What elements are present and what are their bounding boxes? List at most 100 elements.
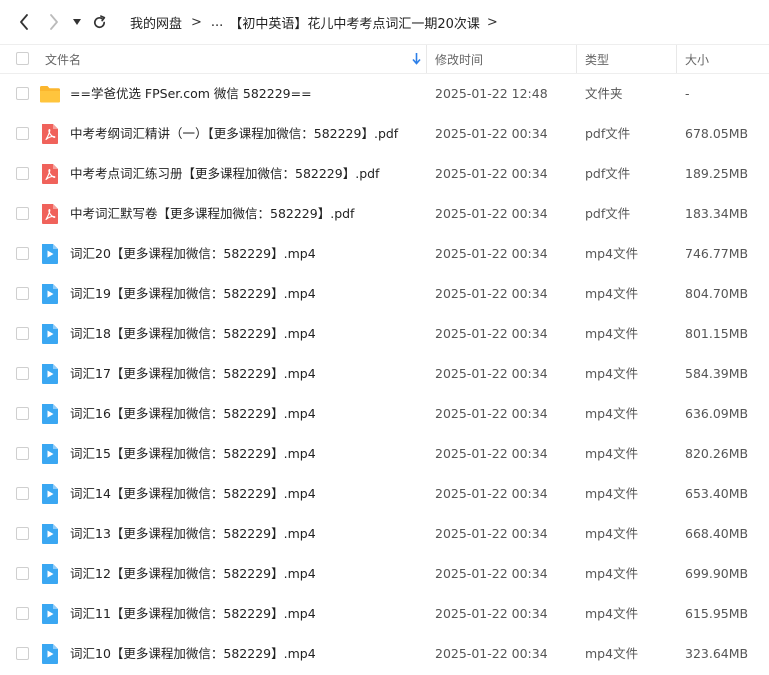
- file-type: mp4文件: [585, 326, 639, 341]
- file-name[interactable]: 词汇13【更多课程加微信：582229】.mp4: [70, 514, 316, 554]
- file-name[interactable]: 中考词汇默写卷【更多课程加微信：582229】.pdf: [70, 194, 354, 234]
- table-row[interactable]: 词汇13【更多课程加微信：582229】.mp4 2025-01-22 00:34…: [0, 514, 769, 554]
- row-checkbox[interactable]: [16, 607, 29, 620]
- column-divider[interactable]: [576, 45, 577, 73]
- row-checkbox[interactable]: [16, 527, 29, 540]
- table-row[interactable]: 词汇10【更多课程加微信：582229】.mp4 2025-01-22 00:34…: [0, 634, 769, 674]
- file-name[interactable]: 词汇10【更多课程加微信：582229】.mp4: [70, 634, 316, 674]
- row-checkbox[interactable]: [16, 407, 29, 420]
- file-modified-time: 2025-01-22 00:34: [435, 406, 548, 421]
- pdf-icon: [40, 163, 60, 185]
- file-modified-time: 2025-01-22 00:34: [435, 326, 548, 341]
- row-checkbox[interactable]: [16, 167, 29, 180]
- file-modified-time: 2025-01-22 00:34: [435, 606, 548, 621]
- file-modified-time: 2025-01-22 00:34: [435, 166, 548, 181]
- video-icon: [40, 603, 60, 625]
- file-type: mp4文件: [585, 526, 639, 541]
- file-name[interactable]: 词汇19【更多课程加微信：582229】.mp4: [70, 274, 316, 314]
- sort-descending-icon[interactable]: [412, 52, 421, 65]
- file-modified-time: 2025-01-22 00:34: [435, 566, 548, 581]
- breadcrumb-root[interactable]: 我的网盘: [130, 13, 182, 32]
- video-icon: [40, 403, 60, 425]
- video-icon: [40, 363, 60, 385]
- file-type: mp4文件: [585, 366, 639, 381]
- file-size: -: [685, 86, 690, 101]
- file-type: mp4文件: [585, 606, 639, 621]
- file-type: mp4文件: [585, 286, 639, 301]
- file-name[interactable]: 词汇16【更多课程加微信：582229】.mp4: [70, 394, 316, 434]
- column-divider[interactable]: [426, 45, 427, 73]
- row-checkbox[interactable]: [16, 327, 29, 340]
- table-row[interactable]: 词汇20【更多课程加微信：582229】.mp4 2025-01-22 00:34…: [0, 234, 769, 274]
- file-type: mp4文件: [585, 406, 639, 421]
- table-row[interactable]: 中考考纲词汇精讲（一）【更多课程加微信：582229】.pdf 2025-01-2…: [0, 114, 769, 154]
- file-modified-time: 2025-01-22 00:34: [435, 246, 548, 261]
- file-name[interactable]: 词汇18【更多课程加微信：582229】.mp4: [70, 314, 316, 354]
- row-checkbox[interactable]: [16, 447, 29, 460]
- table-row[interactable]: ==学爸优选 FPSer.com 微信 582229== 2025-01-22 1…: [0, 74, 769, 114]
- refresh-button[interactable]: [88, 10, 110, 34]
- row-checkbox[interactable]: [16, 287, 29, 300]
- file-name[interactable]: 词汇11【更多课程加微信：582229】.mp4: [70, 594, 316, 634]
- column-header-name[interactable]: 文件名: [45, 45, 81, 73]
- file-modified-time: 2025-01-22 00:34: [435, 286, 548, 301]
- file-type: mp4文件: [585, 646, 639, 661]
- row-checkbox[interactable]: [16, 647, 29, 660]
- file-size: 323.64MB: [685, 646, 749, 661]
- breadcrumb: 我的网盘 > ... 【初中英语】花儿中考考点词汇一期20次课 >: [130, 0, 502, 44]
- file-name[interactable]: ==学爸优选 FPSer.com 微信 582229==: [70, 74, 312, 114]
- table-row[interactable]: 词汇17【更多课程加微信：582229】.mp4 2025-01-22 00:34…: [0, 354, 769, 394]
- table-row[interactable]: 词汇11【更多课程加微信：582229】.mp4 2025-01-22 00:34…: [0, 594, 769, 634]
- refresh-icon: [93, 14, 105, 28]
- file-type: pdf文件: [585, 166, 631, 181]
- file-list: ==学爸优选 FPSer.com 微信 582229== 2025-01-22 1…: [0, 74, 769, 674]
- video-icon: [40, 283, 60, 305]
- column-header-mtime[interactable]: 修改时间: [435, 45, 483, 73]
- video-icon: [40, 243, 60, 265]
- back-button[interactable]: [14, 10, 34, 34]
- chevron-left-icon: [20, 14, 28, 30]
- caret-down-icon: [73, 19, 81, 25]
- file-size: 183.34MB: [685, 206, 749, 221]
- file-type: pdf文件: [585, 126, 631, 141]
- table-row[interactable]: 中考词汇默写卷【更多课程加微信：582229】.pdf 2025-01-22 00…: [0, 194, 769, 234]
- row-checkbox[interactable]: [16, 87, 29, 100]
- row-checkbox[interactable]: [16, 367, 29, 380]
- select-all-checkbox[interactable]: [16, 52, 29, 65]
- file-type: mp4文件: [585, 486, 639, 501]
- file-name[interactable]: 词汇20【更多课程加微信：582229】.mp4: [70, 234, 316, 274]
- breadcrumb-current: 【初中英语】花儿中考考点词汇一期20次课: [229, 16, 480, 32]
- file-name[interactable]: 词汇15【更多课程加微信：582229】.mp4: [70, 434, 316, 474]
- table-row[interactable]: 词汇18【更多课程加微信：582229】.mp4 2025-01-22 00:34…: [0, 314, 769, 354]
- table-row[interactable]: 中考考点词汇练习册【更多课程加微信：582229】.pdf 2025-01-22 …: [0, 154, 769, 194]
- table-row[interactable]: 词汇15【更多课程加微信：582229】.mp4 2025-01-22 00:34…: [0, 434, 769, 474]
- column-header-size[interactable]: 大小: [685, 45, 709, 73]
- chevron-right-icon: [50, 14, 58, 30]
- file-size: 746.77MB: [685, 246, 749, 261]
- column-header-type[interactable]: 类型: [585, 45, 609, 73]
- row-checkbox[interactable]: [16, 247, 29, 260]
- file-list-header: 文件名 修改时间 类型 大小: [0, 44, 769, 74]
- table-row[interactable]: 词汇19【更多课程加微信：582229】.mp4 2025-01-22 00:34…: [0, 274, 769, 314]
- table-row[interactable]: 词汇14【更多课程加微信：582229】.mp4 2025-01-22 00:34…: [0, 474, 769, 514]
- column-divider[interactable]: [676, 45, 677, 73]
- file-type: mp4文件: [585, 446, 639, 461]
- file-name[interactable]: 词汇17【更多课程加微信：582229】.mp4: [70, 354, 316, 394]
- file-modified-time: 2025-01-22 00:34: [435, 446, 548, 461]
- file-name[interactable]: 词汇14【更多课程加微信：582229】.mp4: [70, 474, 316, 514]
- forward-button[interactable]: [44, 10, 64, 34]
- file-name[interactable]: 中考考点词汇练习册【更多课程加微信：582229】.pdf: [70, 154, 379, 194]
- file-modified-time: 2025-01-22 00:34: [435, 486, 548, 501]
- file-name[interactable]: 词汇12【更多课程加微信：582229】.mp4: [70, 554, 316, 594]
- history-dropdown-button[interactable]: [70, 10, 84, 34]
- breadcrumb-ellipsis[interactable]: ...: [211, 15, 223, 30]
- file-name[interactable]: 中考考纲词汇精讲（一）【更多课程加微信：582229】.pdf: [70, 114, 398, 154]
- row-checkbox[interactable]: [16, 487, 29, 500]
- file-modified-time: 2025-01-22 00:34: [435, 126, 548, 141]
- row-checkbox[interactable]: [16, 207, 29, 220]
- row-checkbox[interactable]: [16, 567, 29, 580]
- table-row[interactable]: 词汇16【更多课程加微信：582229】.mp4 2025-01-22 00:34…: [0, 394, 769, 434]
- file-size: 801.15MB: [685, 326, 749, 341]
- row-checkbox[interactable]: [16, 127, 29, 140]
- table-row[interactable]: 词汇12【更多课程加微信：582229】.mp4 2025-01-22 00:34…: [0, 554, 769, 594]
